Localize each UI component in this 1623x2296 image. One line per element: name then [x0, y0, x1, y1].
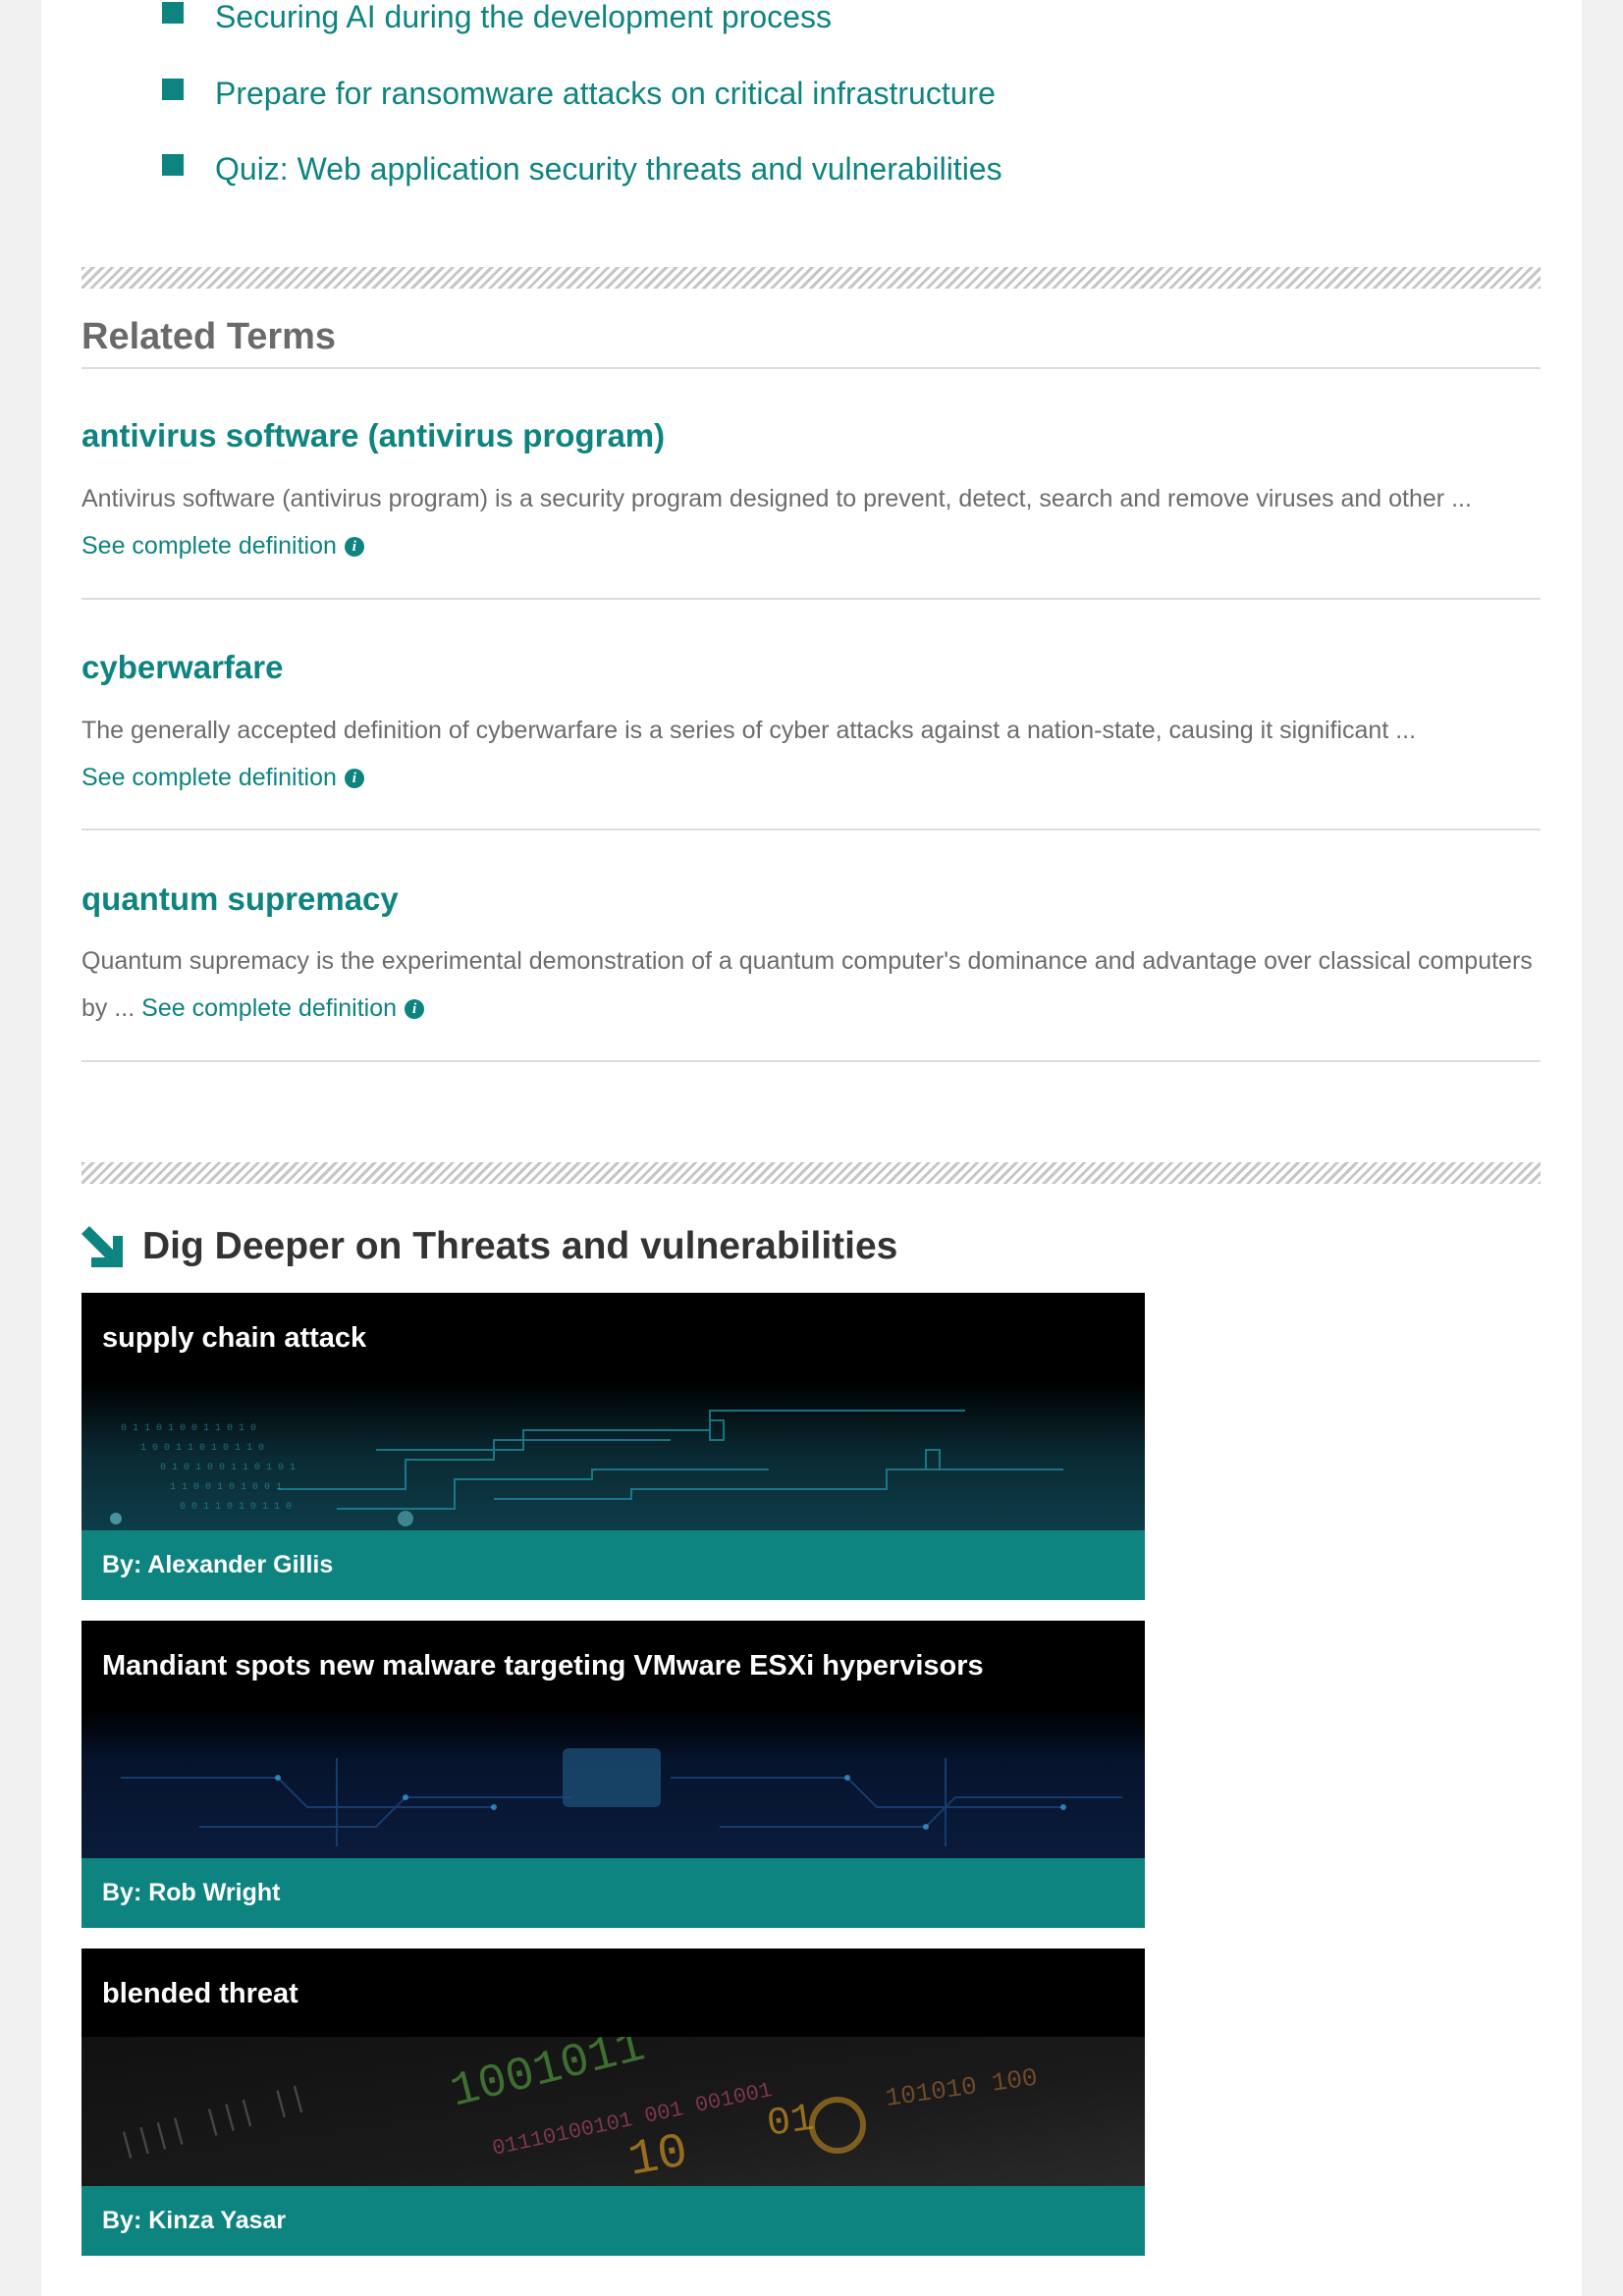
divider: [81, 367, 1541, 369]
svg-text:0 0 1 1 0 1 0 1 1 0: 0 0 1 1 0 1 0 1 1 0: [180, 1502, 292, 1513]
article-page: Securing AI during the development proce…: [41, 0, 1582, 2296]
card-byline: By: Kinza Yasar: [81, 2186, 1145, 2256]
svg-text:1 1 0 0 1 0 1 0 0 1: 1 1 0 0 1 0 1 0 0 1: [170, 1482, 282, 1493]
term-description: Antivirus software (antivirus program) i…: [81, 475, 1554, 569]
svg-text:1 0 0 1 1 0 1 0 1 1 0: 1 0 0 1 1 0 1 0 1 1 0: [140, 1443, 264, 1454]
article-card[interactable]: blended threat 1001011 01110100101 001 0…: [81, 1949, 1145, 2256]
divider: [81, 828, 1541, 830]
related-link[interactable]: Securing AI during the development proce…: [215, 0, 832, 35]
svg-text:0 1 0 1 0 0 1 1 0 1 0 1: 0 1 0 1 0 0 1 1 0 1 0 1: [160, 1463, 296, 1473]
info-icon[interactable]: i: [405, 999, 425, 1019]
divider: [81, 1060, 1541, 1062]
section-divider: [81, 267, 1541, 289]
section-divider: [81, 1162, 1541, 1184]
arrow-down-right-icon: [81, 1226, 123, 1267]
term-description: Quantum supremacy is the experimental de…: [81, 937, 1544, 1032]
article-card[interactable]: Mandiant spots new malware targeting VMw…: [81, 1621, 1145, 1928]
see-definition-link[interactable]: See complete definition: [81, 532, 337, 560]
related-link[interactable]: Prepare for ransomware attacks on critic…: [215, 76, 996, 112]
list-item: Securing AI during the development proce…: [162, 0, 832, 36]
dig-deeper-heading: Dig Deeper on Threats and vulnerabilitie…: [142, 1225, 898, 1267]
list-item: Prepare for ransomware attacks on critic…: [162, 74, 996, 113]
related-link[interactable]: Quiz: Web application security threats a…: [215, 151, 1002, 187]
circuit-image: 0 1 1 0 1 0 0 1 1 0 1 0 1 0 0 1 1 0 1 0 …: [81, 1381, 1145, 1530]
card-byline: By: Rob Wright: [81, 1858, 1145, 1928]
card-title: supply chain attack: [102, 1322, 367, 1354]
card-byline: By: Alexander Gillis: [81, 1530, 1145, 1600]
info-icon[interactable]: i: [344, 537, 364, 557]
square-bullet-icon: [162, 2, 184, 24]
see-definition-link[interactable]: See complete definition: [141, 994, 397, 1022]
square-bullet-icon: [162, 154, 184, 176]
related-terms-heading: Related Terms: [81, 316, 337, 357]
circuit-board-image: [81, 1709, 1145, 1858]
term-description: The generally accepted definition of cyb…: [81, 707, 1554, 801]
binary-code-image: 1001011 01110100101 001 001001 10 01 101…: [81, 2037, 1145, 2186]
info-icon[interactable]: i: [344, 769, 364, 788]
list-item: Quiz: Web application security threats a…: [162, 149, 1002, 188]
square-bullet-icon: [162, 79, 184, 100]
term-title-cyberwarfare[interactable]: cyberwarfare: [81, 649, 283, 686]
svg-text:10: 10: [624, 2124, 692, 2186]
article-card[interactable]: supply chain attack 0 1 1 0 1 0 0 1 1 0: [81, 1293, 1145, 1600]
term-description-text: The generally accepted definition of cyb…: [81, 717, 1417, 744]
dig-deeper-header: Dig Deeper on Threats and vulnerabilitie…: [81, 1225, 897, 1268]
term-title-antivirus[interactable]: antivirus software (antivirus program): [81, 417, 665, 454]
card-title: Mandiant spots new malware targeting VMw…: [102, 1650, 984, 1682]
see-definition-link[interactable]: See complete definition: [81, 764, 337, 791]
svg-text:0 1 1 0 1 0 0 1 1 0 1 0: 0 1 1 0 1 0 0 1 1 0 1 0: [121, 1423, 256, 1434]
term-title-quantum-supremacy[interactable]: quantum supremacy: [81, 881, 399, 918]
card-title: blended threat: [102, 1978, 298, 2009]
divider: [81, 598, 1541, 600]
term-description-text: Antivirus software (antivirus program) i…: [81, 485, 1472, 512]
